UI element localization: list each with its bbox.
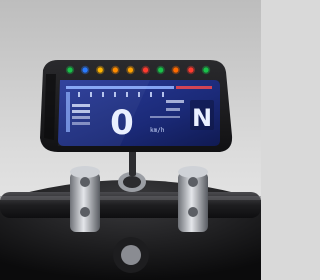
right-handlebar-riser (178, 166, 208, 232)
temperature-indicator-icon (171, 65, 180, 75)
neutral-indicator-icon (156, 65, 165, 75)
fuel-indicator-icon (96, 65, 105, 75)
motorcycle-cockpit-photo: 0 km/h N (0, 0, 261, 280)
abs-indicator-icon (111, 65, 120, 75)
high-beam-indicator-icon (80, 65, 90, 75)
handlebar (0, 192, 261, 218)
oil-indicator-icon (141, 65, 150, 75)
turn-right-indicator-icon (201, 65, 211, 75)
photo-canvas: 0 km/h N (0, 0, 261, 280)
engine-check-indicator-icon (126, 65, 135, 75)
speed-unit-label: km/h (150, 127, 165, 134)
turn-left-indicator-icon (65, 65, 75, 75)
side-stand-indicator-icon (186, 65, 196, 75)
gear-readout: N (192, 104, 212, 132)
left-handlebar-riser (70, 166, 100, 232)
